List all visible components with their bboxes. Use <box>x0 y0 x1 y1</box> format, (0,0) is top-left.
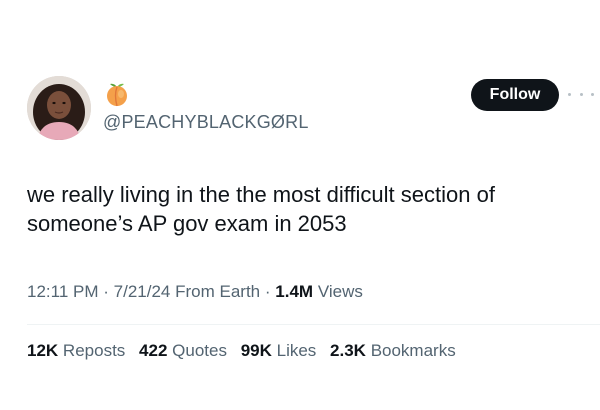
quotes-label: Quotes <box>172 341 227 360</box>
tweet-text-line-2: someone’s AP gov exam in 2053 <box>27 211 347 236</box>
quotes-count: 422 <box>139 341 168 360</box>
divider <box>27 324 600 325</box>
views-label: Views <box>317 282 363 301</box>
likes-stat[interactable]: 99K Likes <box>241 341 317 360</box>
reposts-label: Reposts <box>62 341 126 360</box>
avatar-photo <box>27 76 91 140</box>
bookmarks-label: Bookmarks <box>370 341 456 360</box>
meta-separator: · <box>103 282 109 301</box>
follow-button[interactable]: Follow <box>471 79 559 111</box>
reposts-count: 12K <box>27 341 59 360</box>
tweet-date[interactable]: 7/21/24 <box>114 282 171 301</box>
more-dot <box>568 92 571 96</box>
peach-emoji-icon <box>104 81 130 107</box>
tweet-time[interactable]: 12:11 PM <box>27 282 99 301</box>
tweet-text-line-1: we really living in the the most difficu… <box>27 182 495 207</box>
author-handle[interactable]: @PEACHYBLACKGØRL <box>103 112 309 133</box>
bookmarks-stat[interactable]: 2.3K Bookmarks <box>330 341 456 360</box>
bookmarks-count: 2.3K <box>330 341 366 360</box>
avatar[interactable] <box>27 76 91 140</box>
engagement-stats: 12K Reposts 422 Quotes 99K Likes 2.3K Bo… <box>27 341 465 361</box>
meta-separator: · <box>264 282 271 301</box>
likes-label: Likes <box>276 341 317 360</box>
tweet-source: From Earth <box>175 282 261 301</box>
likes-count: 99K <box>240 341 272 360</box>
screenshot-page: @PEACHYBLACKGØRL Follow we really living… <box>0 0 600 410</box>
tweet-text: we really living in the the most difficu… <box>27 180 582 238</box>
tweet-card: @PEACHYBLACKGØRL Follow we really living… <box>0 58 600 368</box>
more-horizontal-icon[interactable] <box>568 86 594 102</box>
more-dot <box>591 92 594 96</box>
views-count: 1.4M <box>275 282 314 301</box>
more-dot <box>579 92 583 96</box>
quotes-stat[interactable]: 422 Quotes <box>139 341 227 360</box>
reposts-stat[interactable]: 12K Reposts <box>27 341 125 360</box>
tweet-meta: 12:11 PM · 7/21/24 From Earth · 1.4M Vie… <box>27 282 363 302</box>
